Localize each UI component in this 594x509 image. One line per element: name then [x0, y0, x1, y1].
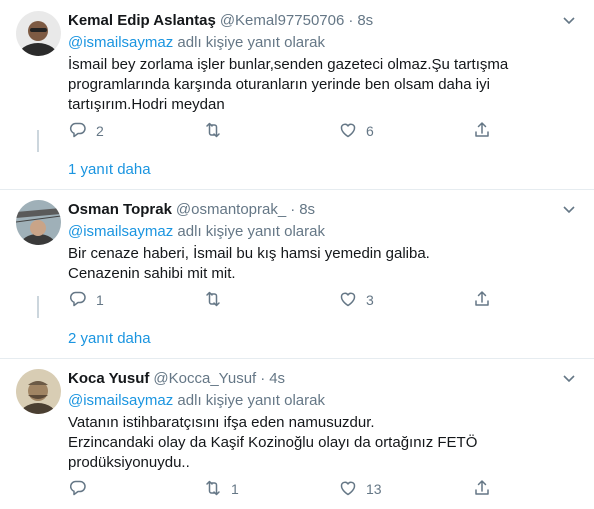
- separator-dot: ·: [260, 370, 266, 387]
- like-count: 3: [366, 292, 374, 308]
- tweet-1[interactable]: Kemal Edip Aslantaş @Kemal97750706 · 8s @is…: [0, 0, 594, 189]
- tweet-text: İsmail bey zorlama işler bunlar,senden g…: [68, 55, 578, 115]
- action-bar: 1 3: [68, 290, 489, 310]
- like-count: 13: [366, 481, 382, 497]
- tweet-text-line: prodüksiyonuydu..: [68, 454, 190, 471]
- tweet-text-line: Vatanın istihbaratçısını ifşa eden namus…: [68, 414, 375, 431]
- thread-line: [37, 296, 39, 318]
- user-handle[interactable]: @Kocca_Yusuf: [153, 370, 256, 387]
- tweet-text-line: Bir cenaze haberi, İsmail bu kış hamsi y…: [68, 245, 430, 262]
- replying-to: @ismailsaymaz adlı kişiye yanıt olarak: [68, 33, 578, 53]
- tweet-text: Bir cenaze haberi, İsmail bu kış hamsi y…: [68, 244, 578, 284]
- heart-icon: [338, 289, 358, 312]
- reply-count: 1: [96, 292, 104, 308]
- retweet-count: 1: [231, 481, 239, 497]
- retweet-icon: [203, 120, 223, 143]
- replying-to-text: adlı kişiye yanıt olarak: [177, 223, 325, 240]
- show-more-replies-link[interactable]: 2 yanıt daha: [68, 329, 151, 349]
- tweet-header: Osman Toprak @osmantoprak_ · 8s: [68, 200, 578, 220]
- like-button[interactable]: 13: [338, 479, 382, 499]
- reply-button[interactable]: 1: [68, 290, 104, 310]
- retweet-button[interactable]: [203, 290, 231, 310]
- user-handle[interactable]: @Kemal97750706: [220, 12, 344, 29]
- tweet-text-line: Erzincandaki olay da Kaşif Kozinoğlu ola…: [68, 434, 478, 451]
- tweet-text-line: Cenazenin sahibi mit mit.: [68, 265, 236, 282]
- reply-count: 2: [96, 123, 104, 139]
- timestamp[interactable]: 8s: [357, 12, 373, 29]
- share-icon: [472, 478, 492, 501]
- tweet-text-line: tartışırım.Hodri meydan: [68, 96, 225, 113]
- reply-icon: [68, 289, 88, 312]
- share-icon: [472, 289, 492, 312]
- mention-link[interactable]: @ismailsaymaz: [68, 34, 173, 51]
- heart-icon: [338, 478, 358, 501]
- avatar[interactable]: [16, 200, 61, 245]
- reply-icon: [68, 120, 88, 143]
- share-button[interactable]: [472, 121, 492, 141]
- action-bar: 1 13: [68, 479, 489, 499]
- display-name[interactable]: Koca Yusuf: [68, 370, 149, 387]
- replying-to-text: adlı kişiye yanıt olarak: [177, 34, 325, 51]
- share-icon: [472, 120, 492, 143]
- reply-button[interactable]: [68, 479, 96, 499]
- avatar[interactable]: [16, 369, 61, 414]
- show-more-replies-link[interactable]: 1 yanıt daha: [68, 160, 151, 180]
- share-button[interactable]: [472, 479, 492, 499]
- like-button[interactable]: 3: [338, 290, 374, 310]
- display-name[interactable]: Kemal Edip Aslantaş: [68, 12, 216, 29]
- retweet-button[interactable]: [203, 121, 231, 141]
- action-bar: 2 6: [68, 121, 489, 141]
- share-button[interactable]: [472, 290, 492, 310]
- avatar[interactable]: [16, 11, 61, 56]
- replying-to: @ismailsaymaz adlı kişiye yanıt olarak: [68, 391, 578, 411]
- retweet-icon: [203, 289, 223, 312]
- tweet-text-line: İsmail bey zorlama işler bunlar,senden g…: [68, 56, 509, 73]
- timestamp[interactable]: 8s: [299, 201, 315, 218]
- retweet-icon: [203, 478, 223, 501]
- replying-to: @ismailsaymaz adlı kişiye yanıt olarak: [68, 222, 578, 242]
- tweet-text-line: programlarında karşında oturanların yeri…: [68, 76, 490, 93]
- user-handle[interactable]: @osmantoprak_: [176, 201, 286, 218]
- tweet-text: Vatanın istihbaratçısını ifşa eden namus…: [68, 413, 578, 473]
- tweet-header: Koca Yusuf @Kocca_Yusuf · 4s: [68, 369, 578, 389]
- reply-icon: [68, 478, 88, 501]
- thread-line: [37, 130, 39, 152]
- tweet-2[interactable]: Osman Toprak @osmantoprak_ · 8s @ismailsaym…: [0, 190, 594, 358]
- timestamp[interactable]: 4s: [269, 370, 285, 387]
- reply-feed: Kemal Edip Aslantaş @Kemal97750706 · 8s @is…: [0, 0, 594, 509]
- separator-dot: ·: [290, 201, 296, 218]
- tweet-3[interactable]: Koca Yusuf @Kocca_Yusuf · 4s @ismailsaymaz …: [0, 359, 594, 509]
- mention-link[interactable]: @ismailsaymaz: [68, 223, 173, 240]
- reply-button[interactable]: 2: [68, 121, 104, 141]
- like-count: 6: [366, 123, 374, 139]
- mention-link[interactable]: @ismailsaymaz: [68, 392, 173, 409]
- separator-dot: ·: [348, 12, 354, 29]
- tweet-header: Kemal Edip Aslantaş @Kemal97750706 · 8s: [68, 11, 578, 31]
- retweet-button[interactable]: 1: [203, 479, 239, 499]
- like-button[interactable]: 6: [338, 121, 374, 141]
- replying-to-text: adlı kişiye yanıt olarak: [177, 392, 325, 409]
- display-name[interactable]: Osman Toprak: [68, 201, 172, 218]
- heart-icon: [338, 120, 358, 143]
